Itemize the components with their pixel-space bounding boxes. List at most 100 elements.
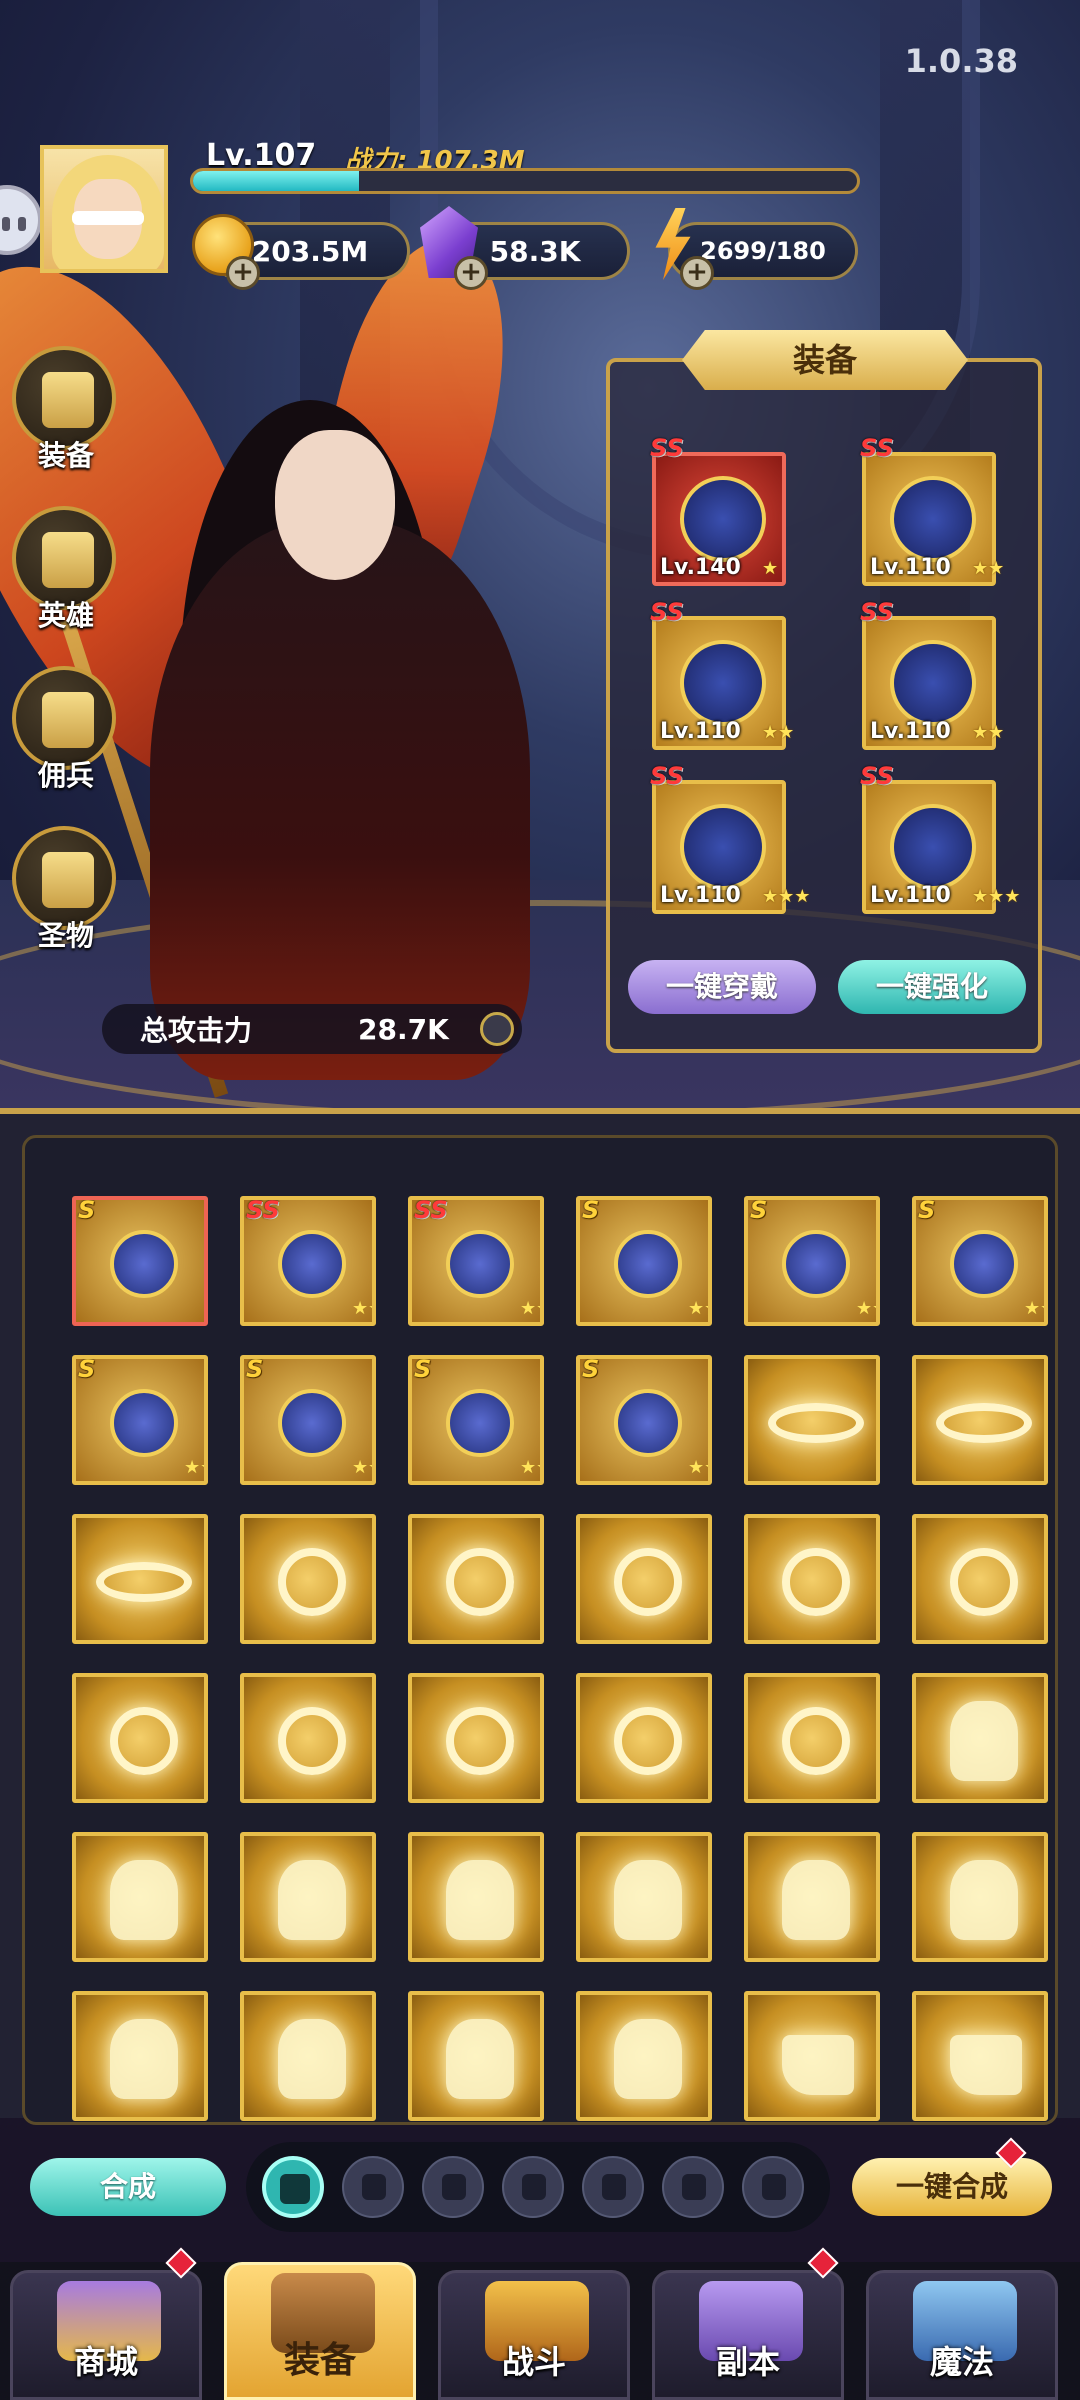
inventory-cell[interactable]: S ★★★ bbox=[240, 1355, 376, 1485]
inventory-cell[interactable] bbox=[408, 1514, 544, 1644]
star-rating: ★★ bbox=[972, 558, 1005, 579]
inventory-cell[interactable] bbox=[912, 1991, 1048, 2121]
inventory-cell[interactable] bbox=[240, 1514, 376, 1644]
star-rating: ★★ bbox=[972, 722, 1005, 743]
star-rating: ★★★ bbox=[688, 1298, 708, 1319]
star-rating: ★ bbox=[762, 558, 779, 579]
inventory-cell[interactable] bbox=[240, 1673, 376, 1803]
inventory-cell[interactable] bbox=[408, 1673, 544, 1803]
star-rating: ★★★ bbox=[520, 1457, 540, 1478]
enhance-all-button[interactable]: 一键强化 bbox=[838, 960, 1026, 1014]
wizard-hat-icon bbox=[950, 1230, 1018, 1298]
inventory-cell[interactable] bbox=[576, 1514, 712, 1644]
star-rating: ★★ bbox=[762, 722, 795, 743]
inventory-cell[interactable] bbox=[744, 1355, 880, 1485]
slot-level: Lv.110 bbox=[870, 555, 951, 580]
equipped-slot[interactable]: SS Lv.110 ★★★ bbox=[860, 762, 1020, 914]
hero-face bbox=[275, 430, 395, 580]
gem-plus-button[interactable]: + bbox=[454, 256, 488, 290]
filter-staff-icon[interactable] bbox=[342, 2156, 404, 2218]
slot-level: Lv.110 bbox=[870, 719, 951, 744]
sidenav-hero[interactable]: 英雄 bbox=[12, 506, 120, 634]
inventory-cell[interactable] bbox=[408, 1832, 544, 1962]
sidenav-equipment[interactable]: 装备 bbox=[12, 346, 120, 474]
inventory-cell[interactable] bbox=[912, 1673, 1048, 1803]
sidenav-relic[interactable]: 圣物 bbox=[12, 826, 120, 954]
inventory-cell[interactable]: S bbox=[72, 1196, 208, 1326]
energy-plus-button[interactable]: + bbox=[680, 256, 714, 290]
inventory-cell[interactable] bbox=[744, 1991, 880, 2121]
nav-tab-1[interactable]: 装备 bbox=[224, 2262, 416, 2400]
necklace-silhouette-icon bbox=[782, 1548, 850, 1616]
star-rating: ★★★ bbox=[688, 1457, 708, 1478]
nav-tab-2[interactable]: 战斗 bbox=[438, 2270, 630, 2400]
inventory-cell[interactable] bbox=[744, 1673, 880, 1803]
filter-all-grid-icon[interactable] bbox=[262, 2156, 324, 2218]
staff-icon bbox=[680, 476, 766, 562]
nav-tab-label: 装备 bbox=[283, 2340, 356, 2381]
inventory-cell[interactable]: SS ★★★ bbox=[408, 1196, 544, 1326]
merge-button[interactable]: 合成 bbox=[30, 2158, 226, 2216]
inventory-cell[interactable] bbox=[72, 1832, 208, 1962]
inventory-cell[interactable]: S ★★★ bbox=[912, 1196, 1048, 1326]
inventory-cell[interactable] bbox=[72, 1673, 208, 1803]
attack-value: 28.7K bbox=[358, 1012, 449, 1046]
inventory-cell[interactable] bbox=[576, 1991, 712, 2121]
equipped-slot[interactable]: SS Lv.110 ★★ bbox=[860, 598, 1005, 750]
player-avatar[interactable] bbox=[40, 145, 168, 273]
inventory-cell[interactable] bbox=[912, 1355, 1048, 1485]
necklace-icon bbox=[680, 804, 766, 890]
slot-level: Lv.110 bbox=[870, 883, 951, 908]
nav-tab-0[interactable]: 商城 bbox=[10, 2270, 202, 2400]
grade-badge: SS bbox=[860, 434, 894, 462]
grade-badge: SS bbox=[860, 598, 894, 626]
necklace-silhouette-icon bbox=[446, 1548, 514, 1616]
gold-plus-button[interactable]: + bbox=[226, 256, 260, 290]
necklace-silhouette-icon bbox=[950, 1548, 1018, 1616]
inventory-cell[interactable] bbox=[744, 1514, 880, 1644]
equipped-slot[interactable]: SS Lv.110 ★★★ bbox=[650, 762, 810, 914]
magnifier-icon[interactable] bbox=[480, 1012, 514, 1046]
filter-belt-icon[interactable] bbox=[422, 2156, 484, 2218]
filter-boots-icon[interactable] bbox=[742, 2156, 804, 2218]
inventory-cell[interactable] bbox=[576, 1673, 712, 1803]
filter-necklace-icon[interactable] bbox=[502, 2156, 564, 2218]
hero-body bbox=[150, 520, 530, 1080]
merge-all-button[interactable]: 一键合成 bbox=[852, 2158, 1052, 2216]
nav-tab-4[interactable]: 魔法 bbox=[866, 2270, 1058, 2400]
equip-all-button[interactable]: 一键穿戴 bbox=[628, 960, 816, 1014]
inventory-cell[interactable] bbox=[912, 1514, 1048, 1644]
equipped-slot[interactable]: SS Lv.140 ★ bbox=[650, 434, 786, 586]
cloak-silhouette-icon bbox=[278, 1860, 346, 1940]
inventory-cell[interactable]: S ★★ bbox=[72, 1355, 208, 1485]
inventory-cell[interactable] bbox=[72, 1514, 208, 1644]
inventory-cell[interactable]: S ★★★ bbox=[408, 1355, 544, 1485]
inventory-cell[interactable] bbox=[744, 1832, 880, 1962]
inventory-cell[interactable] bbox=[240, 1991, 376, 2121]
inventory-cell[interactable] bbox=[576, 1832, 712, 1962]
inventory-cell[interactable]: S ★★★ bbox=[744, 1196, 880, 1326]
star-rating: ★★ bbox=[352, 1298, 372, 1319]
inventory-cell[interactable] bbox=[240, 1832, 376, 1962]
wizard-hat-icon bbox=[890, 476, 976, 562]
inventory-cell[interactable] bbox=[912, 1832, 1048, 1962]
equipped-slot[interactable]: SS Lv.110 ★★ bbox=[860, 434, 1005, 586]
nav-tab-3[interactable]: 副本 bbox=[652, 2270, 844, 2400]
filter-robe-icon[interactable] bbox=[582, 2156, 644, 2218]
inventory-cell[interactable] bbox=[408, 1991, 544, 2121]
inventory-cell[interactable] bbox=[72, 1991, 208, 2121]
belt-icon bbox=[614, 1230, 682, 1298]
inventory-cell[interactable]: S ★★★ bbox=[576, 1355, 712, 1485]
equipped-slot[interactable]: SS Lv.110 ★★ bbox=[650, 598, 795, 750]
slot-level: Lv.110 bbox=[660, 883, 741, 908]
belt-icon bbox=[278, 1230, 346, 1298]
star-rating: ★★★ bbox=[520, 1298, 540, 1319]
inventory-cell[interactable]: SS ★★ bbox=[240, 1196, 376, 1326]
filter-cloak-icon[interactable] bbox=[662, 2156, 724, 2218]
sidenav-mercenary[interactable]: 佣兵 bbox=[12, 666, 120, 794]
inventory-cell[interactable]: S ★★★ bbox=[576, 1196, 712, 1326]
sidenav-label: 佣兵 bbox=[37, 759, 94, 792]
star-rating: ★★★ bbox=[856, 1298, 876, 1319]
star-rating: ★★★ bbox=[972, 888, 1020, 906]
necklace-silhouette-icon bbox=[278, 1707, 346, 1775]
